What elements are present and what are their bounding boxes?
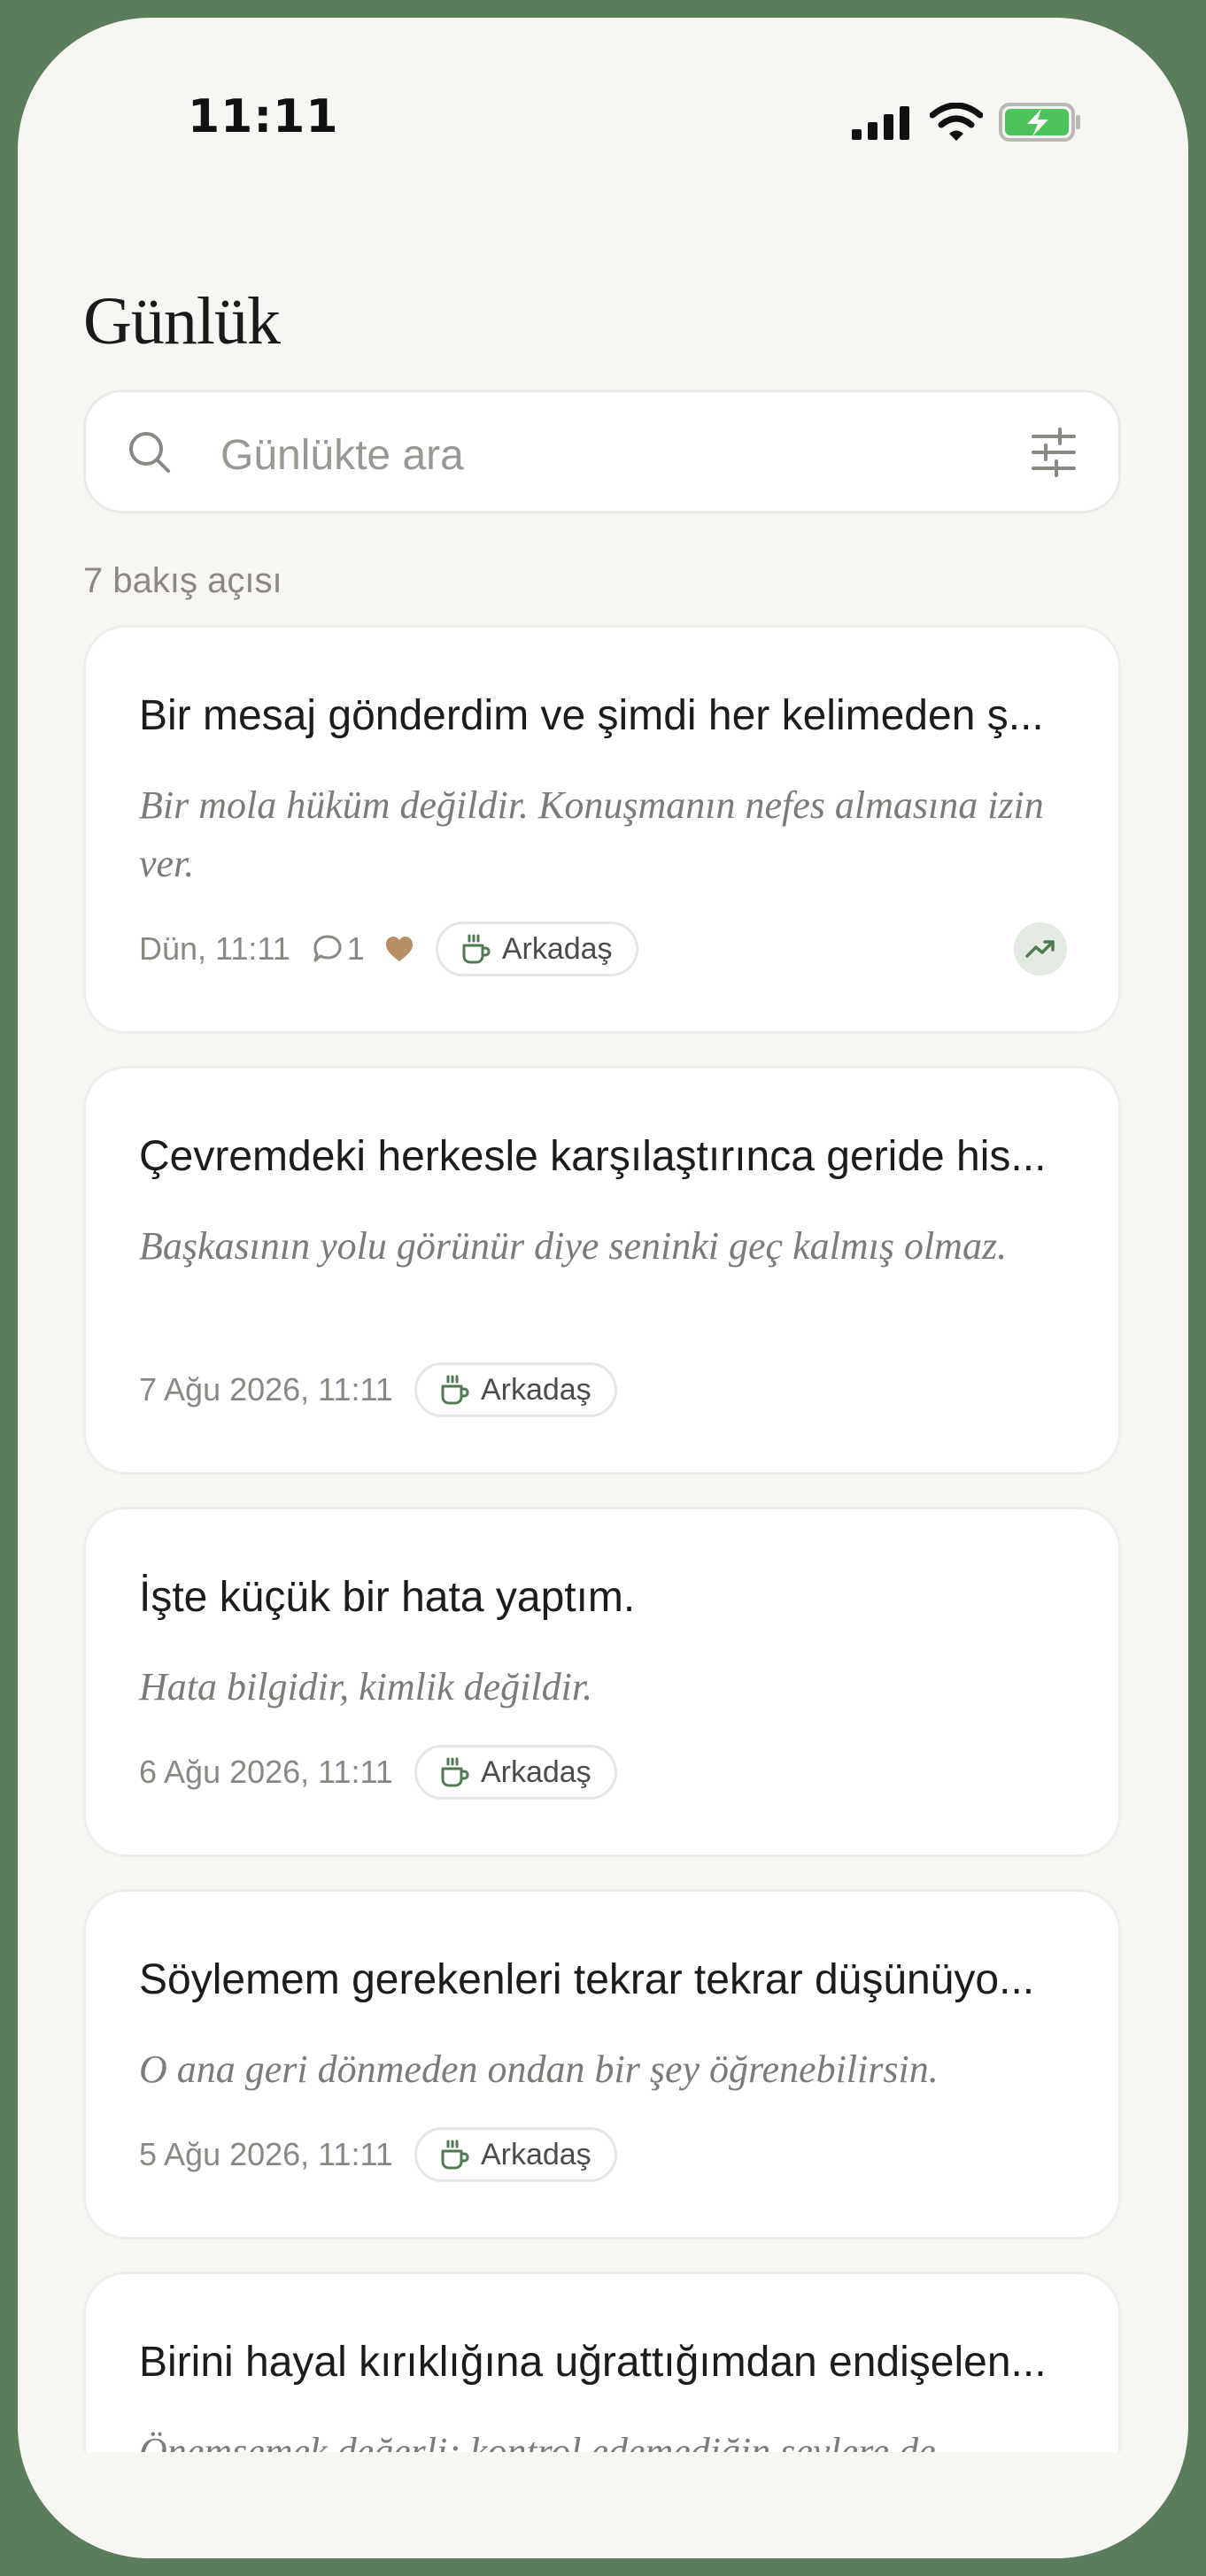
coffee-cup-icon	[441, 2140, 469, 2170]
entry-title: Çevremdeki herkesle karşılaştırınca geri…	[139, 1133, 1047, 1180]
entry-meta: Dün, 11:11 1 Arkadaş	[139, 920, 638, 978]
status-bar: 11:11	[18, 18, 1188, 195]
journal-entry-card[interactable]: Bir mesaj gönderdim ve şimdi her kelimed…	[83, 625, 1121, 1034]
entry-date: 6 Ağu 2026, 11:11	[139, 1754, 393, 1790]
category-tag-label: Arkadaş	[480, 2137, 591, 2171]
phone-screen: 11:11 Günlük Günlükte ara 7 bakış açısı …	[18, 18, 1188, 2558]
comments-count: 1	[312, 930, 365, 968]
comment-icon	[313, 935, 342, 962]
coffee-cup-icon	[441, 1757, 469, 1787]
entry-meta: 5 Ağu 2026, 11:11 Arkadaş	[139, 2125, 617, 2184]
entry-date: 5 Ağu 2026, 11:11	[139, 2136, 393, 2172]
journal-entry-card[interactable]: Söylemem gerekenleri tekrar tekrar düşün…	[83, 1889, 1121, 2240]
entry-excerpt: Başkasının yolu görünür diye seninki geç…	[139, 1224, 1008, 1268]
entry-date: 7 Ağu 2026, 11:11	[139, 1371, 393, 1408]
entry-title: Birini hayal kırıklığına uğrattığımdan e…	[139, 2339, 1047, 2386]
category-tag-label: Arkadaş	[480, 1372, 591, 1407]
coffee-cup-icon	[441, 1375, 469, 1405]
entry-title: Bir mesaj gönderdim ve şimdi her kelimed…	[139, 692, 1044, 739]
category-tag-label: Arkadaş	[501, 931, 613, 966]
entry-meta: 7 Ağu 2026, 11:11 Arkadaş	[139, 1361, 617, 1419]
journal-entry-card[interactable]: Çevremdeki herkesle karşılaştırınca geri…	[83, 1066, 1121, 1475]
category-tag: Arkadaş	[414, 1745, 617, 1800]
entry-excerpt: O ana geri dönmeden ondan bir şey öğrene…	[139, 2048, 939, 2091]
heart-icon[interactable]	[384, 935, 414, 963]
status-icons	[852, 101, 1082, 145]
wifi-icon	[930, 103, 983, 141]
category-tag-label: Arkadaş	[480, 1755, 591, 1789]
bottom-safe-area	[18, 2452, 1188, 2558]
comment-count-value: 1	[346, 930, 365, 967]
entry-meta: 6 Ağu 2026, 11:11 Arkadaş	[139, 1743, 617, 1801]
battery-charging-icon	[999, 103, 1080, 142]
category-tag: Arkadaş	[435, 922, 638, 976]
entry-excerpt: Bir mola hüküm değildir. Konuşmanın nefe…	[139, 783, 1044, 885]
search-icon	[129, 432, 170, 473]
page-title: Günlük	[83, 284, 281, 359]
filter-sliders-icon[interactable]	[1030, 428, 1078, 477]
entry-date: Dün, 11:11	[139, 930, 290, 967]
category-tag: Arkadaş	[414, 1362, 617, 1417]
coffee-cup-icon	[462, 934, 491, 964]
trending-up-icon	[1014, 922, 1067, 976]
entry-title: Söylemem gerekenleri tekrar tekrar düşün…	[139, 1956, 1035, 2003]
category-tag: Arkadaş	[414, 2127, 617, 2182]
search-bar	[83, 389, 1121, 513]
journal-entry-card[interactable]: İşte küçük bir hata yaptım. Hata bilgidi…	[83, 1507, 1121, 1857]
entries-count: 7 bakış açısı	[83, 561, 282, 600]
entry-title: İşte küçük bir hata yaptım.	[139, 1574, 636, 1621]
entry-excerpt: Hata bilgidir, kimlik değildir.	[139, 1665, 593, 1708]
cellular-signal-icon	[852, 106, 909, 140]
search-input[interactable]	[219, 419, 975, 491]
status-time: 11:11	[188, 90, 339, 143]
